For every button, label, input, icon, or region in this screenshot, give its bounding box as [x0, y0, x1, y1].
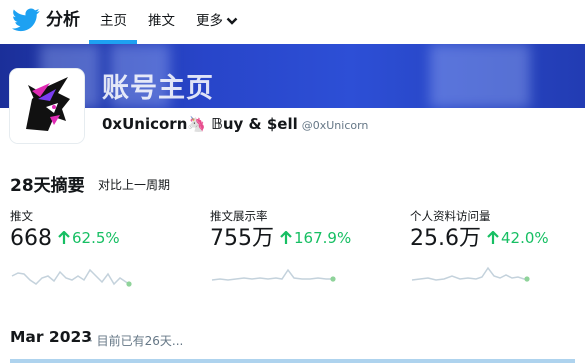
- summary-subtitle: 对比上一周期: [98, 178, 171, 192]
- metric-label: 推文: [10, 209, 33, 223]
- month-subtitle-text: 目前已有26天...: [96, 334, 184, 348]
- top-nav: 分析 主页 推文 更多: [0, 0, 585, 44]
- summary-title: 28天摘要: [10, 176, 85, 196]
- sparkline-impressions: [211, 268, 336, 282]
- profile-handle-row: 0xUnicorn🦄 𝔹uy & $ell @0xUnicorn: [102, 115, 368, 133]
- tab-more[interactable]: 更多: [196, 12, 238, 30]
- sparkline-profile-visits: [411, 266, 530, 282]
- metric-profile-visits[interactable]: 个人资料访问量 25.6万 42.0%: [410, 208, 585, 253]
- metric-label: 个人资料访问量: [410, 209, 491, 223]
- tab-tweets[interactable]: 推文: [148, 12, 175, 30]
- metric-change-text: 167.9%: [294, 229, 352, 247]
- profile-banner: [0, 44, 585, 108]
- metric-change: 62.5%: [58, 229, 120, 247]
- chevron-down-icon: [226, 17, 238, 25]
- username[interactable]: @0xUnicorn: [302, 119, 369, 132]
- analytics-brand[interactable]: 分析: [12, 8, 80, 32]
- metric-change: 167.9%: [280, 229, 351, 247]
- metric-change-text: 42.0%: [501, 229, 549, 247]
- unicorn-logo-icon: [10, 69, 84, 143]
- avatar[interactable]: [10, 69, 84, 143]
- metric-value: 668: [10, 226, 52, 251]
- brand-title: 分析: [46, 10, 80, 30]
- display-name[interactable]: 0xUnicorn🦄 𝔹uy & $ell: [102, 115, 298, 133]
- arrow-up-icon: [58, 231, 70, 244]
- sparkline-tweets: [11, 268, 132, 287]
- tab-more-label: 更多: [196, 13, 223, 29]
- arrow-up-icon: [487, 231, 499, 244]
- metric-tweets[interactable]: 推文 668 62.5%: [10, 208, 200, 253]
- month-card-top-border: [10, 359, 575, 363]
- month-title: Mar 2023: [10, 328, 93, 346]
- twitter-bird-icon: [12, 8, 40, 32]
- arrow-up-icon: [280, 231, 292, 244]
- metric-change-text: 62.5%: [72, 229, 120, 247]
- metric-impressions[interactable]: 推文展示率 755万 167.9%: [210, 208, 400, 253]
- metric-label: 推文展示率: [210, 209, 268, 223]
- metric-value: 755万: [210, 226, 274, 251]
- banner-title: 账号主页: [102, 73, 214, 104]
- metric-value: 25.6万: [410, 226, 481, 251]
- month-subtitle: · 目前已有26天...: [89, 334, 184, 348]
- metric-change: 42.0%: [487, 229, 549, 247]
- tab-home[interactable]: 主页: [100, 12, 127, 30]
